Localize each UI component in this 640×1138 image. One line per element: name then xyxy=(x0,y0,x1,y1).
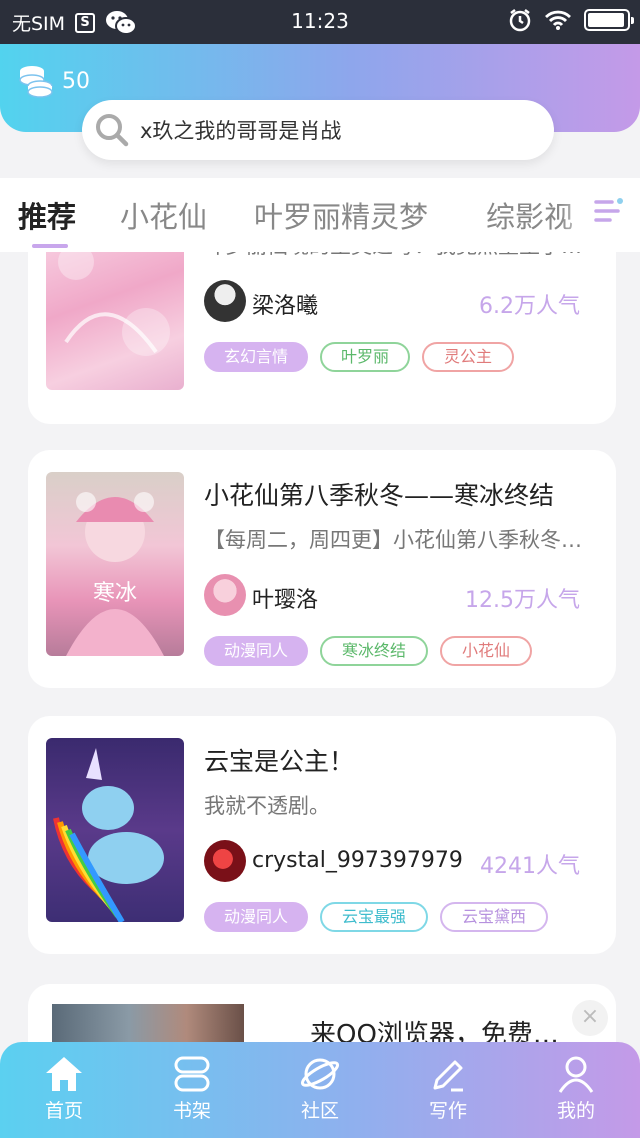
tab-yeluoli[interactable]: 叶罗丽精灵梦 xyxy=(254,194,428,236)
book-description: 【每周二，周四更】小花仙第八季秋冬… xyxy=(204,528,582,552)
ad-title[interactable]: 来QQ浏览器，免费… xyxy=(310,1014,559,1042)
author-name[interactable]: crystal_997397979 xyxy=(252,848,463,873)
book-description: 叶罗丽仙境的圣灵之母：我竟然重生了… xyxy=(204,252,598,260)
nav-label: 首页 xyxy=(44,1100,83,1122)
battery-icon xyxy=(584,9,634,31)
search-icon xyxy=(96,114,129,147)
book-card[interactable]: 云宝是公主！ 我就不透剧。 crystal_997397979 4241人气 动… xyxy=(28,716,616,954)
status-bar: 无SIM S 11:23 xyxy=(0,0,640,44)
category-menu-icon[interactable] xyxy=(592,194,626,228)
category-tabs: 推荐 小花仙 叶罗丽精灵梦 综影视 xyxy=(0,178,640,252)
ad-image[interactable] xyxy=(52,1004,244,1042)
tag[interactable]: 叶罗丽 xyxy=(320,342,410,372)
planet-icon xyxy=(300,1058,340,1090)
user-icon xyxy=(558,1056,594,1093)
nav-community[interactable]: 社区 xyxy=(280,1054,360,1123)
svg-text:寒冰: 寒冰 xyxy=(93,581,137,606)
book-cover[interactable] xyxy=(46,738,184,922)
bookshelf-icon xyxy=(174,1056,210,1092)
bottom-nav: 首页 书架 社区 写作 我的 xyxy=(0,1042,640,1138)
tag-genre[interactable]: 动漫同人 xyxy=(204,636,308,666)
nav-bookshelf[interactable]: 书架 xyxy=(152,1054,232,1123)
nav-label: 书架 xyxy=(172,1100,211,1122)
tag[interactable]: 灵公主 xyxy=(422,342,514,372)
tag[interactable]: 云宝黛西 xyxy=(440,902,548,932)
popularity: 12.5万人气 xyxy=(465,588,580,613)
nav-profile[interactable]: 我的 xyxy=(536,1054,616,1123)
book-title[interactable]: 小花仙第八季秋冬——寒冰终结 xyxy=(204,476,554,512)
active-tab-indicator xyxy=(32,244,68,248)
coins-icon xyxy=(19,66,53,98)
wifi-icon xyxy=(545,10,571,30)
nav-label: 我的 xyxy=(556,1100,595,1122)
ad-close-button[interactable]: × xyxy=(572,1000,608,1036)
alarm-icon xyxy=(509,9,531,32)
author-name[interactable]: 叶璎洛 xyxy=(252,582,318,614)
tag[interactable]: 云宝最强 xyxy=(320,902,428,932)
pen-icon xyxy=(433,1060,463,1092)
author-avatar[interactable] xyxy=(204,574,246,616)
author-avatar[interactable] xyxy=(204,280,246,322)
popularity: 6.2万人气 xyxy=(479,294,580,319)
tag-genre[interactable]: 玄幻言情 xyxy=(204,342,308,372)
popularity: 4241人气 xyxy=(480,854,580,879)
book-cover[interactable]: 寒冰 xyxy=(46,472,184,656)
book-description: 我就不透剧。 xyxy=(204,794,330,818)
search-placeholder: x玖之我的哥哥是肖战 xyxy=(140,119,342,143)
tab-xiaohuaxian[interactable]: 小花仙 xyxy=(120,194,207,236)
author-name[interactable]: 梁洛曦 xyxy=(252,288,318,320)
author-avatar[interactable] xyxy=(204,840,246,882)
nav-write[interactable]: 写作 xyxy=(408,1054,488,1123)
search-bar[interactable]: x玖之我的哥哥是肖战 xyxy=(82,100,554,160)
coin-count: 50 xyxy=(62,68,90,94)
tag-genre[interactable]: 动漫同人 xyxy=(204,902,308,932)
book-cover[interactable] xyxy=(46,252,184,390)
nav-label: 写作 xyxy=(428,1100,467,1122)
book-card[interactable]: 叶罗丽仙境的圣灵之母：我竟然重生了… 梁洛曦 6.2万人气 玄幻言情 叶罗丽 灵… xyxy=(28,252,616,424)
tag[interactable]: 寒冰终结 xyxy=(320,636,428,666)
nav-label: 社区 xyxy=(300,1100,339,1122)
book-card[interactable]: 寒冰 小花仙第八季秋冬——寒冰终结 【每周二，周四更】小花仙第八季秋冬… 叶璎洛… xyxy=(28,450,616,688)
book-title[interactable]: 云宝是公主！ xyxy=(204,742,354,778)
nav-home[interactable]: 首页 xyxy=(24,1054,104,1123)
coin-balance[interactable]: 50 xyxy=(18,64,90,98)
tab-recommend[interactable]: 推荐 xyxy=(18,194,76,236)
ad-card[interactable]: 来QQ浏览器，免费… xyxy=(28,984,616,1042)
home-icon xyxy=(46,1057,82,1091)
book-feed[interactable]: 叶罗丽仙境的圣灵之母：我竟然重生了… 梁洛曦 6.2万人气 玄幻言情 叶罗丽 灵… xyxy=(0,252,640,1042)
tag[interactable]: 小花仙 xyxy=(440,636,532,666)
